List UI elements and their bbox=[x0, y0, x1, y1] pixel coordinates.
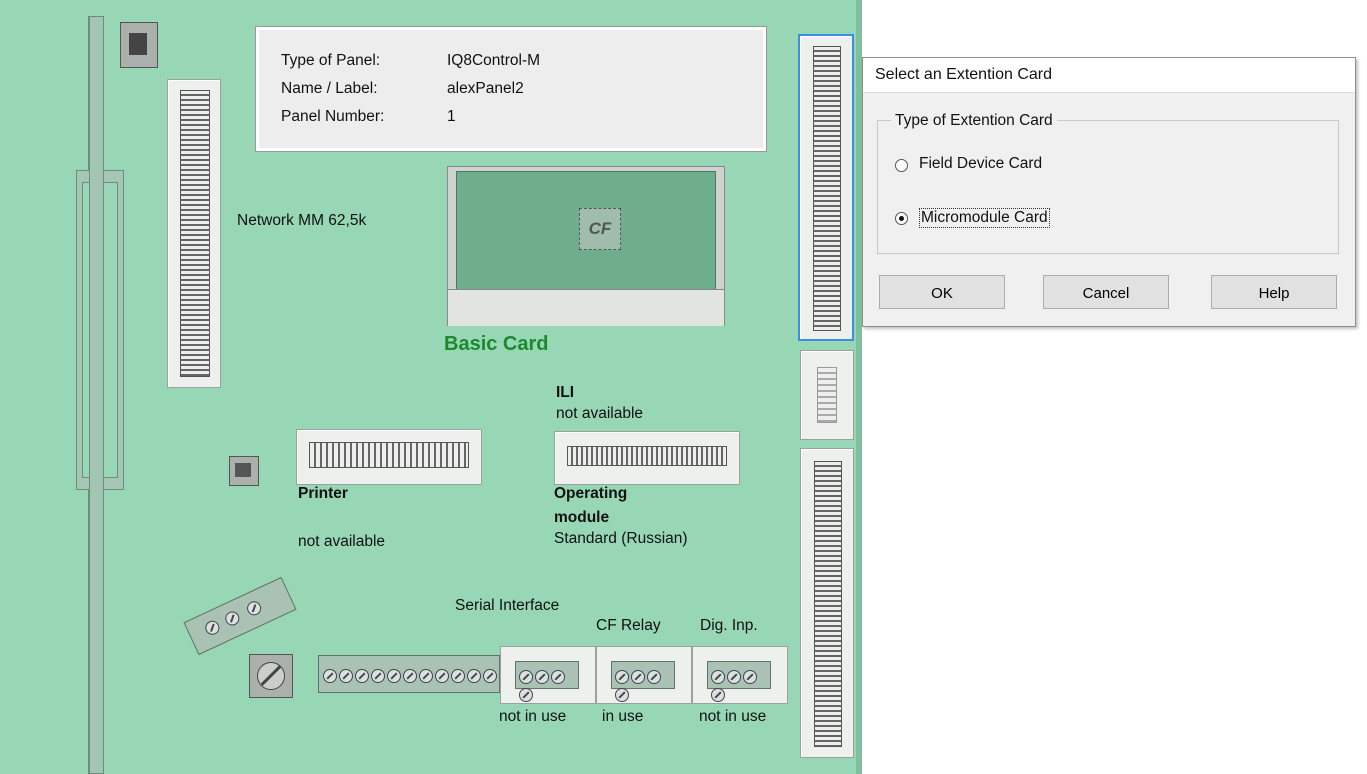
cf-slot-icon: CF bbox=[579, 208, 621, 250]
extension-slot-2-pins bbox=[814, 461, 842, 747]
serial-interface-label: Serial Interface bbox=[455, 597, 560, 614]
extension-slot-2[interactable] bbox=[800, 448, 854, 758]
operating-module-title-line2: module bbox=[554, 509, 610, 526]
card-type-group-label: Type of Extention Card bbox=[891, 112, 1057, 130]
operating-module-pins bbox=[567, 446, 727, 466]
option-micromodule-card[interactable]: Micromodule Card bbox=[893, 207, 1123, 229]
printer-title: Printer bbox=[298, 485, 348, 502]
field-device-radio[interactable] bbox=[895, 159, 908, 172]
operating-module-connector[interactable] bbox=[554, 431, 740, 485]
help-button[interactable]: Help bbox=[1211, 275, 1337, 309]
network-label: Network MM 62,5k bbox=[237, 212, 367, 229]
dig-inp-status: not in use bbox=[699, 708, 767, 725]
ok-button[interactable]: OK bbox=[879, 275, 1005, 309]
panel-number-label: Panel Number: bbox=[281, 108, 385, 125]
usb-port-icon bbox=[229, 456, 259, 486]
printer-connector[interactable] bbox=[296, 429, 482, 485]
panel-number-value: 1 bbox=[447, 108, 456, 125]
ili-status: not available bbox=[556, 405, 644, 422]
card-type-groupbox bbox=[877, 120, 1339, 254]
rj-jack-icon bbox=[120, 22, 158, 68]
basic-card-base bbox=[448, 289, 724, 326]
potentiometer-icon bbox=[249, 654, 293, 698]
panel-info-box: Type of Panel: IQ8Control-M Name / Label… bbox=[255, 26, 767, 152]
small-connector-pins bbox=[817, 367, 837, 423]
cf-relay-label: CF Relay bbox=[596, 617, 661, 634]
field-device-label: Field Device Card bbox=[919, 155, 1043, 172]
serial-interface-status: not in use bbox=[499, 708, 567, 725]
extension-small-connector[interactable] bbox=[800, 350, 854, 440]
micromodule-label: Micromodule Card bbox=[919, 208, 1050, 228]
panel-name-value: alexPanel2 bbox=[447, 80, 524, 97]
basic-card-title: Basic Card bbox=[444, 333, 549, 355]
network-connector[interactable] bbox=[167, 79, 221, 388]
dig-inp-label: Dig. Inp. bbox=[700, 617, 758, 634]
panel-type-label: Type of Panel: bbox=[281, 52, 381, 69]
option-field-device-card[interactable]: Field Device Card bbox=[893, 154, 1123, 176]
basic-card[interactable]: CF bbox=[447, 166, 725, 326]
base-terminal-strip bbox=[318, 655, 500, 693]
ili-title: ILI bbox=[556, 384, 575, 401]
printer-status: not available bbox=[298, 533, 386, 550]
printer-connector-pins bbox=[309, 442, 469, 468]
cf-relay-status: in use bbox=[602, 708, 644, 725]
serial-interface-terminal[interactable] bbox=[500, 646, 596, 704]
panel-name-label: Name / Label: bbox=[281, 80, 378, 97]
select-extension-card-dialog: Select an Extention Card Type of Extenti… bbox=[862, 57, 1356, 327]
dig-inp-terminal[interactable] bbox=[692, 646, 788, 704]
network-connector-pins bbox=[180, 90, 210, 377]
operating-module-status: Standard (Russian) bbox=[554, 530, 688, 547]
panel-type-value: IQ8Control-M bbox=[447, 52, 541, 69]
micromodule-radio[interactable] bbox=[895, 212, 908, 225]
cf-relay-terminal[interactable] bbox=[596, 646, 692, 704]
left-rail-core bbox=[89, 16, 104, 774]
extension-slot-1[interactable] bbox=[798, 34, 854, 341]
cancel-button[interactable]: Cancel bbox=[1043, 275, 1169, 309]
operating-module-title-line1: Operating bbox=[554, 485, 628, 502]
dialog-title: Select an Extention Card bbox=[863, 58, 1355, 93]
extension-slot-1-pins bbox=[813, 46, 841, 331]
